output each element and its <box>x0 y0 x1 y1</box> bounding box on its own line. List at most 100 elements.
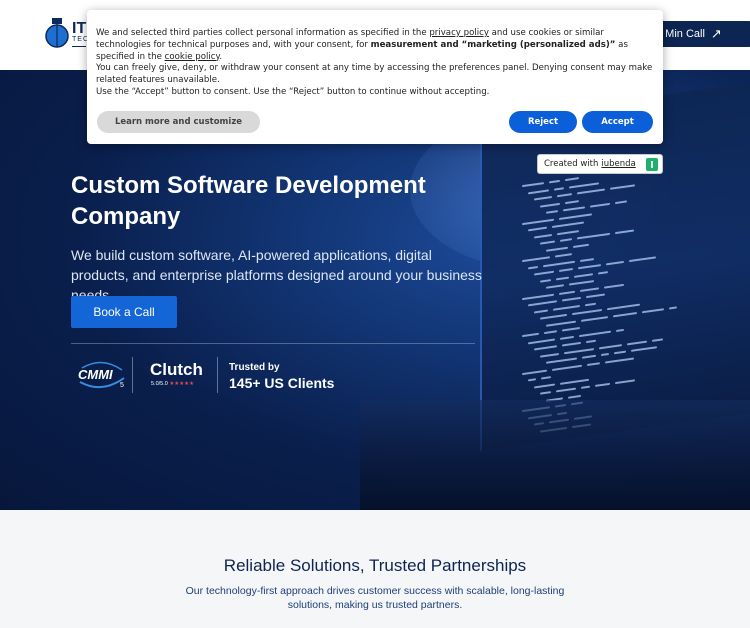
code-line <box>522 218 554 225</box>
iubenda-link[interactable]: iubenda <box>601 159 635 169</box>
code-line <box>522 332 539 338</box>
code-line <box>562 341 581 347</box>
code-line <box>613 311 637 317</box>
code-line <box>629 256 656 263</box>
code-line <box>565 199 579 204</box>
clutch-stars: ★★★★★ <box>169 381 195 387</box>
code-line <box>577 188 605 195</box>
trusted-value: 145+ US Clients <box>229 375 335 391</box>
code-line <box>582 354 596 359</box>
code-line <box>581 385 590 389</box>
privacy-policy-link[interactable]: privacy policy <box>429 28 489 38</box>
code-line <box>552 221 584 228</box>
code-line <box>560 335 574 340</box>
code-line <box>522 369 547 375</box>
hero-background-desk <box>360 400 750 510</box>
cookie-banner: We and selected third parties collect pe… <box>87 10 663 144</box>
code-line <box>559 268 573 272</box>
cookie-text: We and selected third parties collect pe… <box>96 28 656 99</box>
code-line <box>565 177 579 182</box>
hero-divider <box>71 343 475 344</box>
code-line <box>540 313 567 320</box>
cookie-text-bold: measurement and “marketing (personalized… <box>370 39 616 50</box>
code-line <box>590 202 610 208</box>
code-line <box>599 343 622 349</box>
code-line <box>546 246 568 252</box>
code-line <box>569 181 599 189</box>
code-line <box>540 240 555 245</box>
iubenda-prefix: Created with <box>544 159 599 169</box>
code-line <box>528 338 555 344</box>
badge-separator <box>217 357 218 393</box>
logo-underline <box>72 46 86 47</box>
code-line <box>569 280 594 286</box>
code-line <box>560 378 589 385</box>
code-line <box>546 210 558 214</box>
code-line <box>562 296 581 302</box>
arrow-up-right-icon: ↗ <box>710 26 722 41</box>
book-call-button[interactable]: Book a Call <box>71 296 177 328</box>
code-line <box>606 260 624 266</box>
cmmi-label: CMMI <box>78 367 113 382</box>
code-line <box>580 286 599 292</box>
code-line <box>534 233 552 238</box>
code-line <box>577 232 610 240</box>
cookie-text-part: We and selected third parties collect pe… <box>96 28 430 38</box>
code-line <box>534 270 554 276</box>
reject-button[interactable]: Reject <box>509 111 577 133</box>
code-line <box>615 229 634 235</box>
code-line <box>556 387 576 393</box>
code-line <box>544 330 557 335</box>
code-line <box>541 376 551 380</box>
header-call-label: o Min Call <box>656 28 705 40</box>
code-line <box>642 307 664 313</box>
code-line <box>534 309 548 313</box>
code-line <box>540 202 560 208</box>
code-line <box>627 340 647 345</box>
code-line <box>607 303 640 311</box>
iubenda-icon <box>646 158 658 171</box>
iubenda-badge[interactable]: Created with iubenda <box>537 154 663 174</box>
code-line <box>559 290 575 295</box>
code-line <box>534 345 557 351</box>
code-line <box>543 260 575 267</box>
cmmi-level: 5 <box>120 382 124 389</box>
code-line <box>564 347 594 354</box>
code-line <box>549 179 560 184</box>
cookie-policy-link[interactable]: cookie policy <box>165 52 220 62</box>
code-line <box>669 305 677 310</box>
code-line <box>555 253 572 258</box>
code-line <box>528 188 549 194</box>
code-line <box>616 328 624 332</box>
code-line <box>563 206 585 212</box>
clutch-rating-value: 5.0/5.0 <box>151 381 168 387</box>
cookie-text-part: You can freely give, deny, or withdraw y… <box>96 63 653 86</box>
code-line <box>587 361 600 366</box>
section-description: Our technology-first approach drives cus… <box>185 585 565 611</box>
code-line <box>528 265 538 269</box>
code-line <box>586 339 596 344</box>
code-line <box>601 352 609 357</box>
code-line <box>573 243 589 248</box>
code-line <box>559 212 592 220</box>
code-line <box>522 293 554 300</box>
code-line <box>562 327 580 332</box>
code-line <box>581 315 608 322</box>
code-line <box>631 346 657 352</box>
code-line <box>572 308 602 316</box>
learn-more-button[interactable]: Learn more and customize <box>97 111 260 133</box>
code-line <box>595 382 610 387</box>
accept-button[interactable]: Accept <box>582 111 653 133</box>
code-line <box>568 394 581 399</box>
code-line <box>546 284 564 289</box>
code-line <box>534 383 555 388</box>
code-line <box>540 352 559 358</box>
code-line <box>554 186 564 191</box>
code-line <box>534 195 552 201</box>
code-line <box>528 226 547 232</box>
code-line <box>546 320 576 327</box>
code-line <box>604 283 624 289</box>
code-line <box>605 356 634 364</box>
cmmi-badge: CMMI 5 <box>78 361 125 389</box>
code-line <box>615 200 627 205</box>
